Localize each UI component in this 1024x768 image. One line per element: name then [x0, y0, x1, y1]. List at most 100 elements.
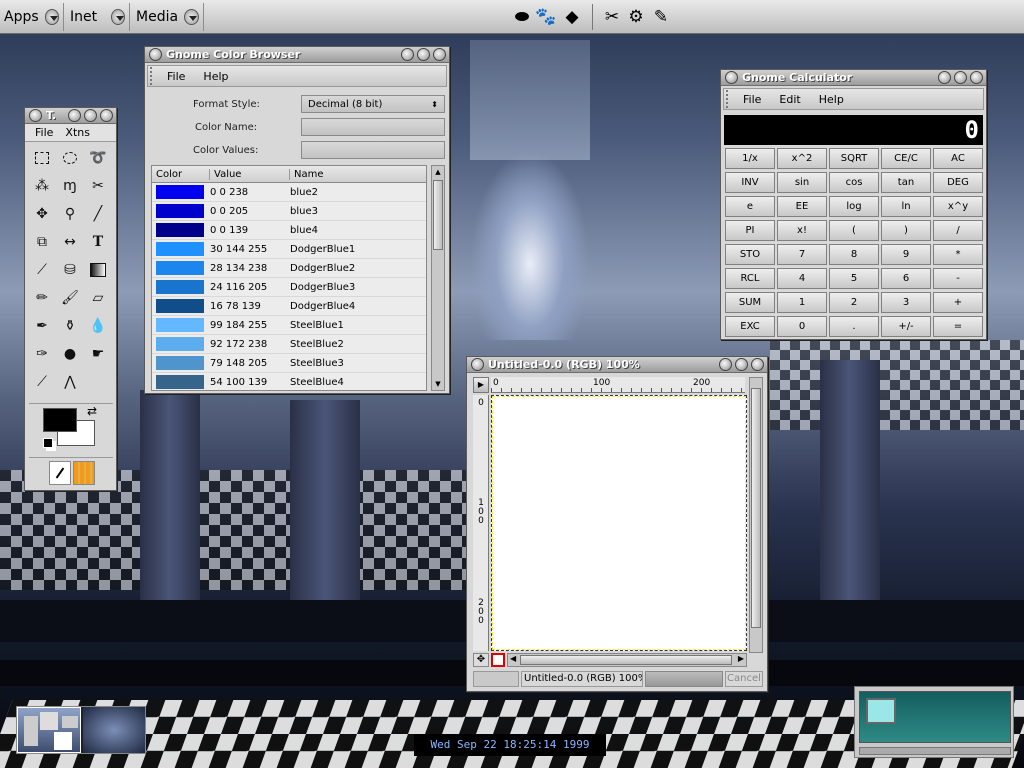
calc-key[interactable]: - [933, 268, 983, 289]
default-colors-icon[interactable] [43, 438, 53, 448]
color-picker-icon[interactable]: ⟋ [29, 258, 55, 282]
calc-key[interactable]: x^y [933, 196, 983, 217]
ink-icon[interactable]: ✑ [29, 342, 55, 366]
color-browser-titlebar[interactable]: Gnome Color Browser [145, 47, 449, 63]
measure-icon[interactable]: ⋀ [57, 370, 83, 394]
calc-key[interactable]: * [933, 244, 983, 265]
minimize-icon[interactable] [68, 109, 81, 122]
color-list-row[interactable]: 79 148 205 SteelBlue3 [152, 354, 426, 373]
calc-key[interactable]: 8 [829, 244, 879, 265]
minimize-icon[interactable] [938, 71, 951, 84]
media-menu[interactable]: Media [132, 2, 204, 31]
foreground-color-swatch[interactable] [43, 408, 77, 432]
eraser-icon[interactable]: ▱ [85, 286, 111, 310]
calc-key[interactable]: ln [881, 196, 931, 217]
clone-icon[interactable]: ⚱ [57, 314, 83, 338]
window-menu-icon[interactable] [149, 48, 162, 61]
scroll-right-icon[interactable]: ▶ [738, 654, 744, 663]
calculator-titlebar[interactable]: Gnome Calculator [721, 70, 986, 86]
apps-menu[interactable]: Apps [0, 2, 64, 31]
navigate-icon[interactable]: ✥ [473, 653, 489, 667]
notes-icon[interactable]: ✎ [647, 3, 675, 31]
calc-key[interactable]: 1 [777, 292, 827, 313]
bezier-select-icon[interactable]: ɱ [57, 174, 83, 198]
crop-icon[interactable]: ╱ [85, 202, 111, 226]
brush-preview-icon[interactable] [49, 461, 71, 485]
menubar-grip[interactable] [150, 67, 158, 85]
calc-key[interactable]: x! [777, 220, 827, 241]
color-list-row[interactable]: 92 172 238 SteelBlue2 [152, 335, 426, 354]
calc-key[interactable]: AC [933, 148, 983, 169]
blur-icon[interactable]: 💧 [85, 314, 111, 338]
gimp-icon[interactable]: 🐾 [532, 3, 560, 31]
calc-key[interactable]: EXC [725, 316, 775, 337]
move-icon[interactable]: ✥ [29, 202, 55, 226]
swap-colors-icon[interactable]: ⇄ [87, 404, 97, 418]
close-icon[interactable] [751, 358, 764, 371]
vscroll-thumb[interactable] [751, 388, 761, 628]
cancel-button[interactable]: Cancel [725, 671, 763, 687]
close-icon[interactable] [100, 109, 113, 122]
pager-desktop-2[interactable] [83, 707, 145, 753]
calc-key[interactable]: RCL [725, 268, 775, 289]
image-titlebar[interactable]: Untitled-0.0 (RGB) 100% [467, 357, 767, 373]
magnify-icon[interactable]: ⚲ [57, 202, 83, 226]
color-browser-file-menu[interactable]: File [158, 70, 194, 83]
ellipse-select-icon[interactable] [57, 146, 83, 170]
window-menu-icon[interactable] [725, 71, 738, 84]
column-color[interactable]: Color [152, 168, 210, 180]
lasso-select-icon[interactable]: ➰ [85, 146, 111, 170]
calc-key[interactable]: + [933, 292, 983, 313]
text-tool-icon[interactable]: T [85, 230, 111, 254]
column-name[interactable]: Name [290, 169, 426, 180]
scanner-icon[interactable]: ◆ [558, 3, 586, 31]
minimize-icon[interactable] [401, 48, 414, 61]
toolbox-file-menu[interactable]: File [25, 126, 59, 139]
help-icon[interactable]: ⚙ [622, 3, 650, 31]
color-list-scrollbar[interactable]: ▲ ▼ [431, 165, 445, 391]
scroll-down-icon[interactable]: ▼ [432, 378, 444, 390]
color-list-row[interactable]: 99 184 255 SteelBlue1 [152, 316, 426, 335]
calc-key[interactable]: DEG [933, 172, 983, 193]
calc-key[interactable]: 5 [829, 268, 879, 289]
calc-key[interactable]: INV [725, 172, 775, 193]
horizontal-scrollbar[interactable]: ◀ ▶ [507, 653, 747, 667]
calc-key[interactable]: 3 [881, 292, 931, 313]
calc-key[interactable]: ) [881, 220, 931, 241]
pager-desktop-1[interactable] [17, 707, 81, 753]
calc-key[interactable]: x^2 [777, 148, 827, 169]
color-list-row[interactable]: 54 100 139 SteelBlue4 [152, 373, 426, 390]
maximize-icon[interactable] [735, 358, 748, 371]
format-style-select[interactable]: Decimal (8 bit) ⬍ [301, 95, 445, 113]
calc-key[interactable]: ( [829, 220, 879, 241]
scroll-left-icon[interactable]: ◀ [510, 654, 516, 663]
toolbox-titlebar[interactable]: T. [25, 108, 116, 124]
inet-menu[interactable]: Inet [66, 2, 130, 31]
menubar-grip[interactable] [726, 90, 734, 108]
calc-key[interactable]: tan [881, 172, 931, 193]
calc-key[interactable]: EE [777, 196, 827, 217]
maximize-icon[interactable] [417, 48, 430, 61]
minimize-icon[interactable] [719, 358, 732, 371]
calc-key[interactable]: log [829, 196, 879, 217]
dodge-burn-icon[interactable]: ● [57, 342, 83, 366]
close-icon[interactable] [970, 71, 983, 84]
maximize-icon[interactable] [84, 109, 97, 122]
applet-scroll[interactable] [859, 747, 1011, 755]
color-name-field[interactable] [301, 118, 445, 136]
color-browser-help-menu[interactable]: Help [194, 70, 237, 83]
color-list-row[interactable]: 16 78 139 DodgerBlue4 [152, 297, 426, 316]
calc-key[interactable]: PI [725, 220, 775, 241]
image-menu-arrow-icon[interactable]: ▶ [473, 377, 489, 393]
transform-icon[interactable]: ⧉ [29, 230, 55, 254]
close-icon[interactable] [433, 48, 446, 61]
calc-key[interactable]: SQRT [829, 148, 879, 169]
color-list-row[interactable]: 0 0 205 blue3 [152, 202, 426, 221]
calc-key[interactable]: 2 [829, 292, 879, 313]
color-list-row[interactable]: 0 0 139 blue4 [152, 221, 426, 240]
calc-key[interactable]: 9 [881, 244, 931, 265]
airbrush-icon[interactable]: ✒ [29, 314, 55, 338]
scroll-up-icon[interactable]: ▲ [432, 166, 444, 178]
color-list-row[interactable]: 30 144 255 DodgerBlue1 [152, 240, 426, 259]
maximize-icon[interactable] [954, 71, 967, 84]
